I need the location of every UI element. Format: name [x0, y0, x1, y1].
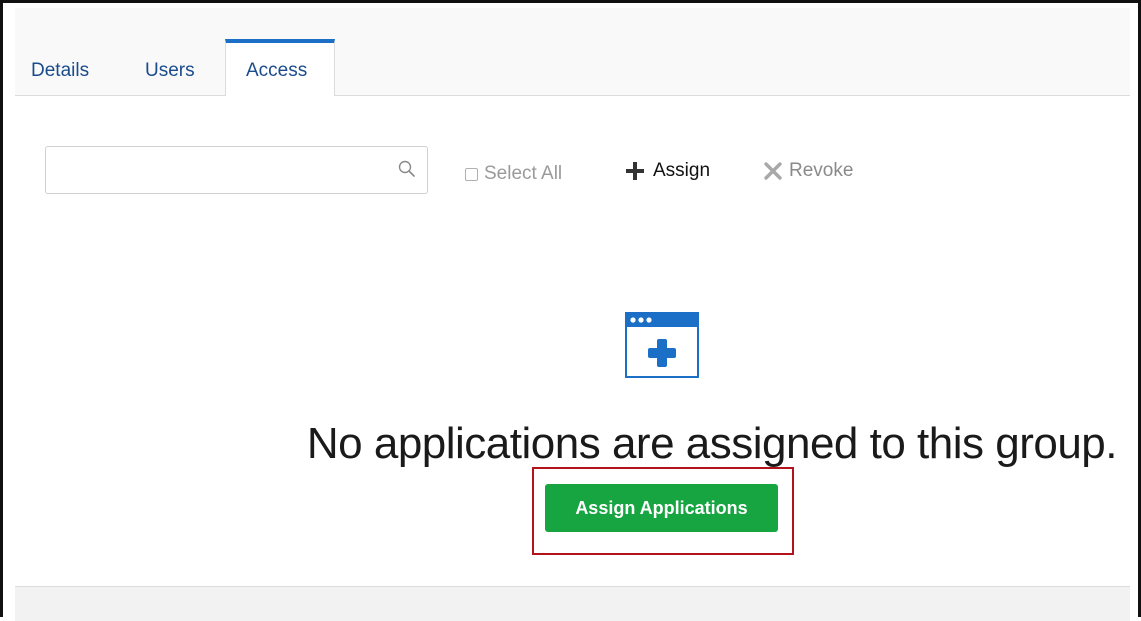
- tab-bar: Details Users Access: [15, 8, 1130, 96]
- search-input[interactable]: [54, 155, 378, 187]
- revoke-label: Revoke: [789, 160, 854, 181]
- app-window-plus-icon: [625, 312, 699, 378]
- close-icon: [764, 162, 782, 180]
- assign-label: Assign: [653, 160, 711, 181]
- tab-users[interactable]: Users: [145, 60, 195, 82]
- select-all-checkbox[interactable]: Select All: [465, 163, 562, 185]
- footer-bar: [15, 586, 1130, 621]
- select-all-label: Select All: [484, 163, 563, 184]
- tab-details[interactable]: Details: [31, 60, 89, 82]
- assign-applications-button[interactable]: Assign Applications: [545, 484, 778, 532]
- search-field[interactable]: [45, 146, 428, 194]
- screenshot-frame: Details Users Access Select All Assign R…: [0, 0, 1141, 621]
- revoke-button[interactable]: Revoke: [763, 160, 853, 182]
- checkbox-box[interactable]: [465, 167, 478, 181]
- empty-state-message: No applications are assigned to this gro…: [306, 419, 1118, 468]
- tab-access-label: Access: [246, 60, 308, 81]
- group-access-panel: Details Users Access Select All Assign R…: [15, 8, 1130, 621]
- plus-icon: [626, 162, 644, 180]
- assign-button[interactable]: Assign: [625, 160, 710, 182]
- tab-access[interactable]: Access: [225, 39, 335, 96]
- search-icon[interactable]: [397, 159, 417, 179]
